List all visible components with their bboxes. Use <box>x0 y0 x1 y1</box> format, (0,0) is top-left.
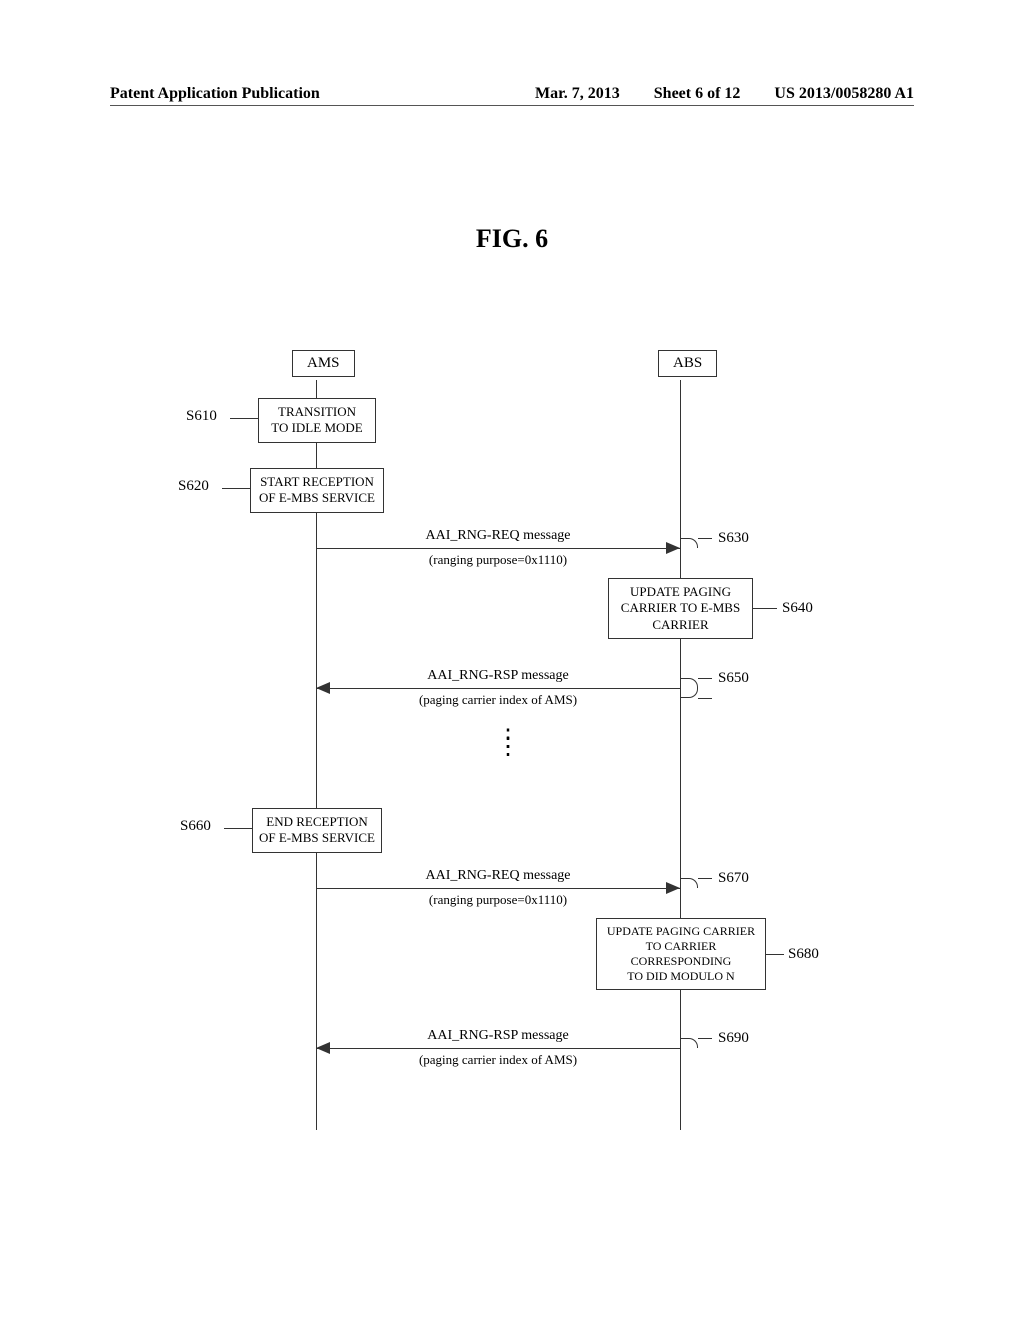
hook-s650a <box>680 678 698 688</box>
s660-line1: END RECEPTION <box>257 814 377 830</box>
lead-s640 <box>753 608 777 609</box>
lead-s650 <box>698 678 712 679</box>
label-s620: S620 <box>178 478 209 495</box>
lead-s660 <box>224 828 252 829</box>
s660-line2: OF E-MBS SERVICE <box>257 830 377 846</box>
lifeline-abs <box>680 380 681 1130</box>
s670-sub: (ranging purpose=0x1110) <box>316 892 680 908</box>
label-s640: S640 <box>782 600 813 617</box>
s640-line3: CARRIER <box>613 617 748 633</box>
s630-msg: AAI_RNG-REQ message <box>316 528 680 544</box>
label-s670: S670 <box>718 870 749 887</box>
sequence-diagram: AMS ABS TRANSITION TO IDLE MODE S610 STA… <box>170 350 870 1150</box>
s650-line <box>316 688 680 689</box>
label-s680: S680 <box>788 946 819 963</box>
actor-abs: ABS <box>658 350 717 377</box>
s650-msg: AAI_RNG-RSP message <box>316 668 680 684</box>
header-date: Mar. 7, 2013 <box>535 85 620 103</box>
s630-line <box>316 548 680 549</box>
s620-line1: START RECEPTION <box>255 474 379 490</box>
page-header: Patent Application Publication Mar. 7, 2… <box>110 85 914 106</box>
s690-line <box>316 1048 680 1049</box>
s640-line1: UPDATE PAGING <box>613 584 748 600</box>
ellipsis-icon: ⋮⋮ <box>496 735 520 752</box>
hook-s650 <box>680 688 698 698</box>
hook-s670 <box>680 878 698 888</box>
hook-s630 <box>680 538 698 548</box>
step-s680-box: UPDATE PAGING CARRIER TO CARRIER CORRESP… <box>596 918 766 990</box>
label-s690: S690 <box>718 1030 749 1047</box>
s690-msg: AAI_RNG-RSP message <box>316 1028 680 1044</box>
actor-ams: AMS <box>292 350 355 377</box>
s680-line1: UPDATE PAGING CARRIER <box>601 924 761 939</box>
s620-line2: OF E-MBS SERVICE <box>255 490 379 506</box>
header-sheet: Sheet 6 of 12 <box>654 85 741 103</box>
lead-s690 <box>698 1038 712 1039</box>
step-s640-box: UPDATE PAGING CARRIER TO E-MBS CARRIER <box>608 578 753 639</box>
header-pubid: US 2013/0058280 A1 <box>774 85 914 103</box>
s640-line2: CARRIER TO E-MBS <box>613 600 748 616</box>
lead-s680 <box>766 954 784 955</box>
label-s630: S630 <box>718 530 749 547</box>
lead-s620 <box>222 488 250 489</box>
s650-sub: (paging carrier index of AMS) <box>316 692 680 708</box>
lead-s670 <box>698 878 712 879</box>
step-s620-box: START RECEPTION OF E-MBS SERVICE <box>250 468 384 513</box>
lead-s610 <box>230 418 258 419</box>
label-s650: S650 <box>718 670 749 687</box>
lead-s650b <box>698 698 712 699</box>
step-s660-box: END RECEPTION OF E-MBS SERVICE <box>252 808 382 853</box>
header-left: Patent Application Publication <box>110 85 320 103</box>
step-s610-box: TRANSITION TO IDLE MODE <box>258 398 376 443</box>
s690-sub: (paging carrier index of AMS) <box>316 1052 680 1068</box>
figure-title: FIG. 6 <box>0 224 1024 254</box>
s610-line1: TRANSITION <box>263 404 371 420</box>
s630-sub: (ranging purpose=0x1110) <box>316 552 680 568</box>
s670-line <box>316 888 680 889</box>
s680-line2: TO CARRIER <box>601 939 761 954</box>
s680-line4: TO DID MODULO N <box>601 969 761 984</box>
s610-line2: TO IDLE MODE <box>263 420 371 436</box>
label-s610: S610 <box>186 408 217 425</box>
s670-msg: AAI_RNG-REQ message <box>316 868 680 884</box>
s680-line3: CORRESPONDING <box>601 954 761 969</box>
hook-s690 <box>680 1038 698 1048</box>
lead-s630 <box>698 538 712 539</box>
label-s660: S660 <box>180 818 211 835</box>
